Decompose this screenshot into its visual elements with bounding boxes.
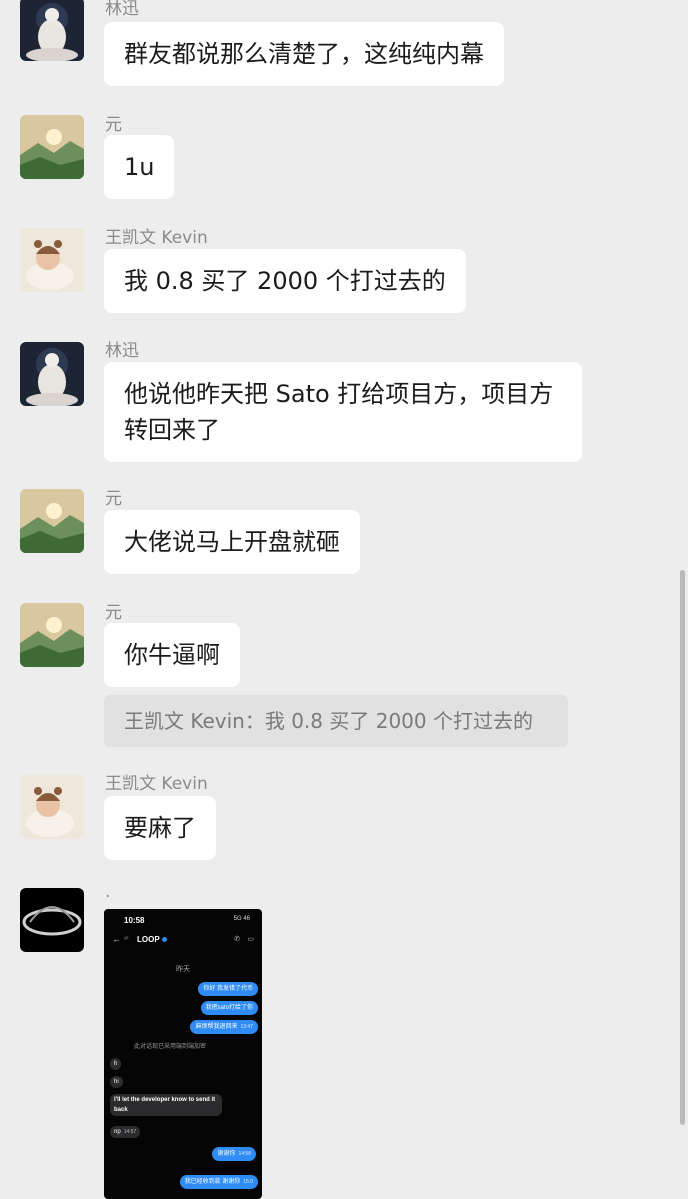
outgoing-message: 麻烦帮我退回来 13:47: [190, 1020, 258, 1034]
outgoing-text: 我已经收到款 谢谢你: [184, 1179, 241, 1185]
outgoing-message: 我已经收到款 谢谢你 15:0: [179, 1175, 258, 1189]
scrollbar[interactable]: [680, 570, 685, 1125]
outgoing-message: 谢谢你 14:58: [212, 1147, 256, 1161]
verified-icon: [162, 937, 167, 942]
contact-name: LOOP: [137, 935, 160, 944]
sender-name: .: [105, 882, 111, 902]
avatar-blackhole[interactable]: [20, 888, 84, 952]
avatar-yuan[interactable]: [20, 603, 84, 667]
level-indicator: ¹⁰: [124, 937, 129, 943]
message-bubble[interactable]: 我 0.8 买了 2000 个打过去的: [104, 249, 466, 313]
sender-name: 林迅: [105, 341, 139, 361]
avatar-linxun[interactable]: [20, 0, 84, 61]
avatar-kevin[interactable]: [20, 775, 84, 839]
phone-icon: ✆: [234, 936, 240, 943]
message-time: 14:57: [123, 1129, 137, 1135]
message-bubble[interactable]: 你牛逼啊: [104, 623, 240, 687]
video-icon: ▭: [247, 936, 254, 943]
outgoing-message: 我把sato打给了你: [200, 1001, 258, 1015]
message-bubble[interactable]: 群友都说那么清楚了，这纯纯内幕: [104, 22, 504, 86]
status-time: 10:58: [124, 916, 145, 925]
sender-name: 元: [105, 489, 122, 509]
status-network: 5G 46: [234, 916, 250, 922]
incoming-message: I'll let the developer know to send it b…: [110, 1094, 222, 1116]
avatar-yuan[interactable]: [20, 115, 84, 179]
outgoing-text: 谢谢你: [217, 1151, 236, 1157]
encryption-notice: 此对话现已采用端到端加密: [134, 1044, 207, 1050]
avatar-yuan[interactable]: [20, 489, 84, 553]
battery-label: 46: [243, 916, 250, 922]
incoming-message: h: [110, 1058, 122, 1070]
quoted-message[interactable]: 王凯文 Kevin：我 0.8 买了 2000 个打过去的: [104, 695, 568, 747]
incoming-message: hi: [110, 1076, 123, 1088]
incoming-message: np 14:57: [110, 1126, 141, 1138]
message-bubble[interactable]: 他说他昨天把 Sato 打给项目方，项目方转回来了: [104, 362, 582, 462]
chat-message-list[interactable]: 林迅 群友都说那么清楚了，这纯纯内幕 元 1u 王凯文 Kevin 我 0.8 …: [0, 0, 688, 1199]
date-separator: 昨天: [176, 966, 190, 973]
message-bubble[interactable]: 1u: [104, 135, 175, 199]
sender-name: 林迅: [105, 0, 139, 19]
avatar-linxun[interactable]: [20, 342, 84, 406]
message-time: 15:0: [243, 1179, 253, 1185]
sender-name: 王凯文 Kevin: [105, 774, 208, 794]
message-time: 13:47: [240, 1024, 253, 1030]
message-bubble[interactable]: 大佬说马上开盘就砸: [104, 510, 360, 574]
image-message[interactable]: 10:58 5G 46 ← ¹⁰ LOOP ✆ ▭ 昨天 你好 我发错了代币 我…: [104, 909, 262, 1199]
back-arrow-icon: ←: [112, 934, 121, 944]
sender-name: 王凯文 Kevin: [105, 228, 208, 248]
message-bubble[interactable]: 要麻了: [104, 796, 216, 860]
sender-name: 元: [105, 115, 122, 135]
outgoing-message: 你好 我发错了代币: [198, 982, 258, 996]
incoming-text: np: [114, 1129, 121, 1135]
message-time: 14:58: [238, 1151, 251, 1157]
network-label: 5G: [233, 916, 242, 922]
outgoing-text: 麻烦帮我退回来: [195, 1024, 238, 1030]
sender-name: 元: [105, 603, 122, 623]
avatar-kevin[interactable]: [20, 228, 84, 292]
